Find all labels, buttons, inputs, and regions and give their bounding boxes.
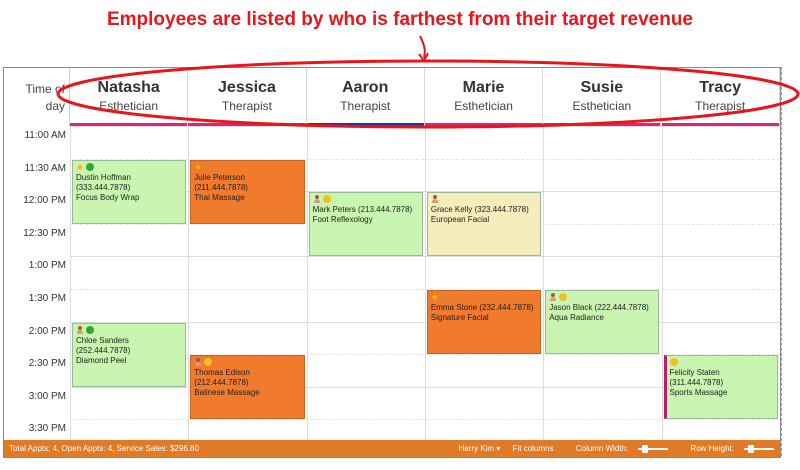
employee-role: Therapist <box>340 99 391 113</box>
appointment-client: Emma Stone (232.444.7878) <box>430 303 534 312</box>
time-label: 3:30 PM <box>28 423 66 435</box>
time-label: 2:00 PM <box>28 325 66 337</box>
appointment-block[interactable]: Thomas Edison (212.444.7878) Balinese Mas… <box>190 355 305 420</box>
green-circle-icon <box>86 325 94 334</box>
person-icon <box>76 325 84 335</box>
yellow-circle-icon <box>322 195 331 204</box>
time-label: 11:30 AM <box>24 162 66 174</box>
column-divider <box>188 126 190 453</box>
appointment-client: Dustin Hoffman (333.444.7878) <box>76 172 131 192</box>
fit-columns-button[interactable]: Fit columns <box>513 444 554 453</box>
appointment-client: Thomas Edison (212.444.7878) <box>194 368 250 388</box>
appointment-service: Thai Massage <box>194 192 245 202</box>
yellow-circle-icon <box>204 358 213 367</box>
time-label: 12:30 PM <box>23 227 66 239</box>
appointment-client: Felicity Staten (311.444.7878) <box>669 368 724 388</box>
column-width-control[interactable]: Column Width: <box>566 444 669 453</box>
appointment-service: Focus Body Wrap <box>76 192 140 202</box>
appointment-icons <box>549 293 655 303</box>
employee-name: Natasha <box>97 79 160 96</box>
employee-role: Esthetician <box>454 99 513 113</box>
person-icon <box>194 358 202 367</box>
scheduler-grid: Time of day Natasha Esthetician Jessica The… <box>3 67 781 458</box>
appointment-service: Signature Facial <box>430 313 489 322</box>
appointment-icons <box>194 358 300 368</box>
appointment-client: Chloe Sanders (252.444.7878) <box>76 335 131 355</box>
appointment-icons <box>76 325 182 336</box>
appointment-client: Jason Black (222.444.7878) <box>549 303 649 312</box>
appointment-service: Diamond Peel <box>76 355 127 365</box>
column-width-slider[interactable] <box>638 444 669 453</box>
employee-header-row: Time of day Natasha Esthetician Jessica The… <box>4 68 780 126</box>
calendar-body: 11:00 AM 11:30 AM 12:00 PM 12:30 PM 1:00 PM 1… <box>4 126 780 453</box>
appointment-service: European Facial <box>430 215 490 225</box>
row-height-slider[interactable] <box>744 444 774 453</box>
appointment-client: Mark Peters (213.444.7878) <box>312 205 413 215</box>
green-circle-icon <box>86 162 95 171</box>
appointment-block[interactable]: Felicity Staten (311.444.7878) Sports Mas… <box>663 355 778 420</box>
employee-column-aaron[interactable]: Aaron Therapist <box>306 68 425 126</box>
appointment-icons: ★ <box>76 161 182 173</box>
column-divider <box>306 126 308 453</box>
person-icon <box>431 195 439 204</box>
column-divider <box>424 126 426 453</box>
appointment-block[interactable]: Chloe Sanders (252.444.7878) Diamond Peel <box>72 322 187 387</box>
appointment-service: Foot Reflexology <box>312 215 373 225</box>
time-label: 11:00 AM <box>24 130 66 141</box>
person-icon <box>313 195 321 204</box>
employee-role: Therapist <box>221 99 272 113</box>
appointment-client: Julie Peterson (211.444.7878) <box>194 172 248 192</box>
employee-name: Susie <box>580 79 624 96</box>
appointment-icons <box>313 195 419 205</box>
employee-name: Aaron <box>342 79 389 96</box>
employee-role: Therapist <box>695 99 746 113</box>
employee-column-natasha[interactable]: Natasha Esthetician <box>70 68 189 126</box>
yellow-circle-icon <box>669 358 678 367</box>
employee-column-tracy[interactable]: Tracy Therapist <box>661 68 780 126</box>
star-icon: ★ <box>194 161 203 172</box>
appointment-icons: ★ <box>194 161 300 173</box>
appointment-block[interactable]: ★ Dustin Hoffman (333.444.7878) Focus Body… <box>72 159 187 224</box>
appointment-service: Sports Massage <box>669 388 728 398</box>
column-divider <box>70 126 71 453</box>
row-height-control[interactable]: Row Height: <box>680 444 774 453</box>
employee-name: Marie <box>462 79 505 96</box>
column-divider <box>543 126 545 453</box>
employee-column-marie[interactable]: Marie Esthetician <box>424 68 544 126</box>
summary-text: Total Appts: 4, Open Appts: 4, Service S… <box>9 444 199 453</box>
appointment-icons <box>431 195 537 205</box>
time-label: 3:00 PM <box>28 390 66 402</box>
time-of-day-header: Time of day <box>4 68 70 126</box>
status-bar: Total Appts: 4, Open Appts: 4, Service S… <box>4 440 780 457</box>
appointment-icons: ★ <box>431 293 537 303</box>
appointment-service: Aqua Radiance <box>549 313 604 322</box>
employee-column-jessica[interactable]: Jessica Therapist <box>188 68 307 126</box>
person-icon <box>549 293 557 302</box>
appointment-block[interactable]: ★ Emma Stone (232.444.7878) Signature Faci… <box>426 290 542 355</box>
appointment-icons <box>669 358 774 368</box>
appointment-block[interactable]: Grace Kelly (323.444.7878) European Facia… <box>426 192 542 257</box>
user-dropdown[interactable]: Harry Kim ▾ <box>449 444 501 453</box>
time-label: 1:30 PM <box>28 293 66 304</box>
time-label: 1:00 PM <box>28 260 66 272</box>
employee-name: Jessica <box>218 79 276 96</box>
appointment-block[interactable]: ★ Julie Peterson (211.444.7878) Thai Massa… <box>190 159 305 224</box>
appointment-client: Grace Kelly (323.444.7878) <box>430 205 529 215</box>
annotation-arrow-icon <box>418 35 429 63</box>
appointment-block[interactable]: Mark Peters (213.444.7878) Foot Reflexolo… <box>308 192 423 257</box>
employee-role: Esthetician <box>572 99 632 113</box>
employee-column-susie[interactable]: Susie Esthetician <box>543 68 662 126</box>
employee-role: Esthetician <box>99 99 158 113</box>
appointment-service: Balinese Massage <box>194 388 260 398</box>
time-label: 12:00 PM <box>23 195 66 207</box>
employee-name: Tracy <box>699 79 742 96</box>
star-icon: ★ <box>76 161 85 172</box>
scrollbar-edge[interactable] <box>781 67 786 456</box>
column-divider <box>661 126 663 453</box>
yellow-circle-icon <box>559 293 568 301</box>
time-label: 2:30 PM <box>28 358 66 370</box>
star-icon: ★ <box>430 292 439 302</box>
appointment-block[interactable]: Jason Black (222.444.7878) Aqua Radiance <box>545 290 660 355</box>
